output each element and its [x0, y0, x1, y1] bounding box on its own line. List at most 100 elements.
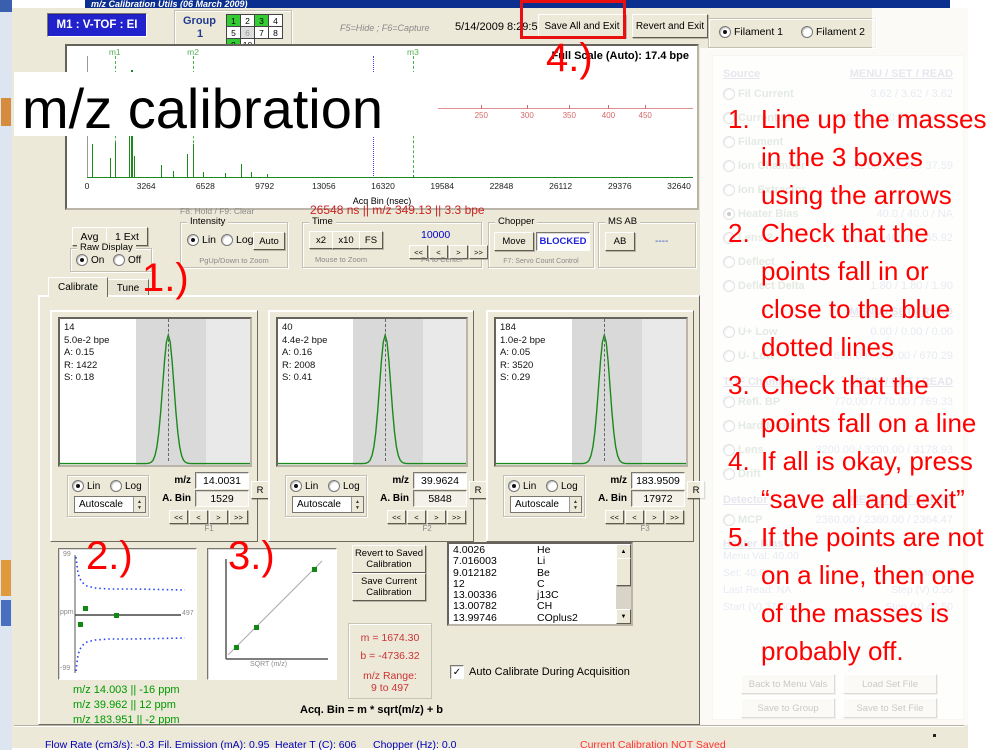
r-button[interactable]: R — [469, 481, 487, 499]
mass-list-row[interactable]: 9.012182Be — [449, 568, 615, 579]
spinner-icon[interactable]: ▲▼ — [351, 497, 363, 512]
mz-input[interactable]: 183.9509 — [631, 472, 685, 489]
chopper-legend: Chopper — [495, 216, 537, 227]
desktop-fragment — [0, 0, 12, 12]
desktop-fragment — [1, 600, 11, 626]
autocal-checkbox[interactable]: ✓ Auto Calibrate During Acquisition — [450, 665, 630, 679]
fit-point — [312, 567, 317, 572]
msab-group: MS AB AB ---- — [598, 222, 696, 268]
peak-step-button[interactable]: >> — [229, 510, 248, 524]
peak-lin-radio[interactable]: Lin — [508, 480, 536, 492]
fkey-label: F1 — [169, 524, 249, 533]
mass-list-row[interactable]: 13.99746COplus2 — [449, 613, 615, 624]
time-x10-button[interactable]: x10 — [332, 231, 360, 249]
big-title: m/z calibration — [22, 76, 383, 141]
time-x2-button[interactable]: x2 — [309, 231, 333, 249]
peak-step-button[interactable]: >> — [665, 510, 684, 524]
x-tick-label: 19584 — [430, 181, 454, 191]
mz-scale-tick: 250 — [475, 111, 488, 120]
x-tick-label: 13056 — [312, 181, 336, 191]
instruction-list: 1.Line up the massesin the 3 boxesusing … — [728, 100, 1000, 670]
spinner-icon[interactable]: ▲▼ — [133, 497, 145, 512]
tab-calibrate[interactable]: Calibrate — [48, 277, 108, 297]
peak-step-button[interactable]: << — [169, 510, 188, 524]
mz-input[interactable]: 39.9624 — [413, 472, 467, 489]
status-chopper: Chopper (Hz): 0.0 — [373, 739, 456, 750]
x-tick-label: 29376 — [608, 181, 632, 191]
time-fs-button[interactable]: FS — [359, 231, 383, 249]
scroll-down-button[interactable]: ▼ — [616, 609, 631, 624]
radio-off-icon — [113, 254, 125, 266]
peak-step-button[interactable]: < — [407, 510, 426, 524]
scale-mode-box: Lin Log Autoscale ▲▼ — [67, 475, 149, 517]
intensity-log-radio[interactable]: Log — [221, 234, 254, 246]
peak-step-button[interactable]: > — [209, 510, 228, 524]
group-cell[interactable]: 8 — [268, 26, 283, 39]
filament1-radio[interactable]: Filament 1 — [719, 26, 783, 38]
ab-button[interactable]: AB — [605, 232, 635, 251]
peak-step-button[interactable]: >> — [447, 510, 466, 524]
window-titlebar[interactable]: m/z Calibration Utils (06 March 2009) — [85, 0, 950, 8]
filament2-radio[interactable]: Filament 2 — [801, 26, 865, 38]
revert-exit-button[interactable]: Revert and Exit — [632, 14, 708, 38]
autoscale-select[interactable]: Autoscale ▲▼ — [74, 496, 146, 513]
spectrum-peak — [251, 172, 252, 178]
r-button[interactable]: R — [251, 481, 269, 499]
intensity-lin-radio[interactable]: Lin — [187, 234, 216, 246]
chopper-move-button[interactable]: Move — [494, 232, 534, 251]
x-tick-label: 3264 — [137, 181, 156, 191]
peak-step-button[interactable]: > — [645, 510, 664, 524]
peak-step-button[interactable]: << — [387, 510, 406, 524]
intensity-legend: Intensity — [187, 216, 228, 227]
mz-label: m/z — [163, 475, 191, 486]
spectrum-peak — [267, 174, 268, 178]
peak-step-button[interactable]: << — [605, 510, 624, 524]
scroll-up-button[interactable]: ▲ — [616, 544, 631, 559]
radio-off-icon — [110, 480, 122, 492]
revert-calibration-button[interactable]: Revert to SavedCalibration — [352, 545, 426, 573]
scroll-thumb[interactable] — [616, 558, 631, 586]
peak-lin-radio[interactable]: Lin — [290, 480, 318, 492]
mode-indicator: M1 : V-TOF : EI — [47, 13, 147, 37]
time-step-button[interactable]: >> — [469, 245, 488, 259]
peak-chart[interactable]: 1841.0e-2 bpe A: 0.05R: 3520 S: 0.29 — [494, 317, 688, 467]
abin-label: A. Bin — [593, 493, 627, 504]
peak-info: 145.0e-2 bpe A: 0.15R: 1422 S: 0.18 — [64, 322, 109, 385]
radio-on-icon — [508, 480, 520, 492]
intensity-auto-button[interactable]: Auto — [253, 232, 285, 250]
peak-chart[interactable]: 404.4e-2 bpe A: 0.16R: 2008 S: 0.41 — [276, 317, 468, 467]
autoscale-select[interactable]: Autoscale ▲▼ — [510, 496, 582, 513]
time-group: Time x2 x10 FS 10000 <<<>>> Mouse to Zoo… — [302, 222, 482, 268]
peak-log-radio[interactable]: Log — [546, 480, 578, 492]
scrollbar[interactable]: ▲ ▼ — [616, 544, 631, 624]
peak-chart[interactable]: 145.0e-2 bpe A: 0.15R: 1422 S: 0.18 — [58, 317, 252, 467]
peak-step-button[interactable]: > — [427, 510, 446, 524]
raw-off-radio[interactable]: Off — [113, 254, 141, 266]
instruction-item: 2.Check that thepoints fall in orclose t… — [728, 214, 1000, 366]
mass-listbox[interactable]: 4.0026He7.016003Li9.012182Be12C13.00336j… — [447, 542, 633, 626]
statusbar-divider — [14, 725, 964, 726]
abin-input[interactable]: 1529 — [195, 490, 249, 507]
raw-on-radio[interactable]: On — [76, 254, 104, 266]
radio-on-icon — [719, 26, 731, 38]
status-dot — [933, 734, 936, 737]
spectrum-peak — [413, 175, 414, 178]
save-calibration-button[interactable]: Save CurrentCalibration — [352, 573, 426, 601]
filament-group: Filament 1 Filament 2 — [708, 18, 876, 48]
peak-step-button[interactable]: < — [189, 510, 208, 524]
autoscale-select[interactable]: Autoscale ▲▼ — [292, 496, 364, 513]
abin-input[interactable]: 5848 — [413, 490, 467, 507]
peak-log-radio[interactable]: Log — [110, 480, 142, 492]
mass-list-row[interactable]: 7.016003Li — [449, 556, 615, 567]
peak-log-radio[interactable]: Log — [328, 480, 360, 492]
instruction-item: 3.Check that thepoints fall on a line — [728, 366, 1000, 442]
peak-step-button[interactable]: < — [625, 510, 644, 524]
abin-input[interactable]: 17972 — [631, 490, 685, 507]
desktop-fragment — [1, 98, 11, 126]
group-cell[interactable]: 7 — [254, 26, 269, 39]
peak-lin-radio[interactable]: Lin — [72, 480, 100, 492]
spinner-icon[interactable]: ▲▼ — [569, 497, 581, 512]
mz-input[interactable]: 14.0031 — [195, 472, 249, 489]
instruction-item: 1.Line up the massesin the 3 boxesusing … — [728, 100, 1000, 214]
mz-scale-tick: 400 — [602, 111, 615, 120]
